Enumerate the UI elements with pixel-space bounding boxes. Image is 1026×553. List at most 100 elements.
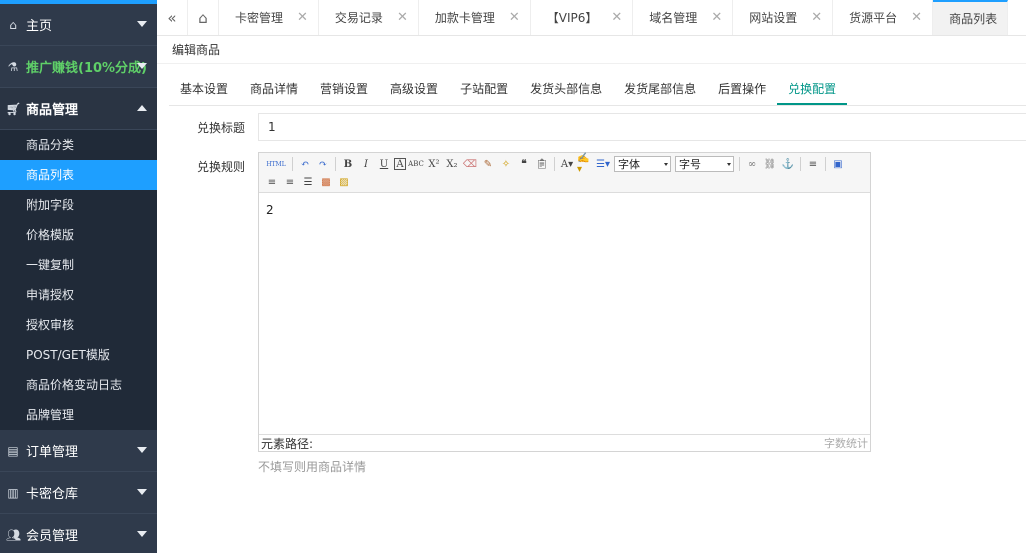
superscript-icon[interactable]: X² <box>426 156 442 172</box>
font-family-select[interactable]: 字体 <box>614 156 671 172</box>
close-icon[interactable]: ✕ <box>911 10 922 25</box>
tab-label: 网站设置 <box>749 11 798 25</box>
close-icon[interactable]: ✕ <box>297 10 308 25</box>
tab-card-manage[interactable]: 卡密管理 ✕ <box>219 0 319 35</box>
close-icon[interactable]: ✕ <box>811 10 822 25</box>
paste-plain-icon[interactable]: 📋︎ <box>534 156 550 172</box>
sidebar-item-goods-list[interactable]: 商品列表 <box>0 160 157 190</box>
insert-video-icon[interactable]: ▨ <box>336 174 352 190</box>
list-icon[interactable]: ☰▾ <box>595 156 611 172</box>
insert-image-icon[interactable]: ▩ <box>318 174 334 190</box>
chevron-down-icon <box>137 447 147 453</box>
sidebar-group-label: 主页 <box>26 19 53 34</box>
subtab-marketing[interactable]: 营销设置 <box>309 74 379 105</box>
undo-icon[interactable]: ↶ <box>297 156 313 172</box>
fullscreen-icon[interactable]: ▣ <box>830 156 846 172</box>
sidebar-item-extra-fields[interactable]: 附加字段 <box>0 190 157 220</box>
auto-format-icon[interactable]: ✧ <box>498 156 514 172</box>
sidebar-group-members[interactable]: 👥︎ 会员管理 <box>0 514 157 553</box>
rich-text-editor: HTML ↶ ↷ B I U A ABC X² X₂ ⌫ ✎ ✧ ❝ 📋︎ A▾… <box>258 152 871 452</box>
link-icon[interactable]: ∞ <box>744 156 760 172</box>
tab-bar: « ⌂ 卡密管理 ✕ 交易记录 ✕ 加款卡管理 ✕ 【VIP6】 ✕ 域名管理 ✕ 网站设… <box>157 0 1026 36</box>
subtab-advanced[interactable]: 高级设置 <box>379 74 449 105</box>
align-left-icon[interactable]: ≡ <box>805 156 821 172</box>
chevron-down-icon <box>727 163 731 166</box>
subtab-substation[interactable]: 子站配置 <box>449 74 519 105</box>
subtab-basic[interactable]: 基本设置 <box>169 74 239 105</box>
sidebar-item-auth-review[interactable]: 授权审核 <box>0 310 157 340</box>
tab-transactions[interactable]: 交易记录 ✕ <box>319 0 419 35</box>
sidebar-item-one-click-copy[interactable]: 一键复制 <box>0 250 157 280</box>
align-justify-icon[interactable]: ☰ <box>300 174 316 190</box>
subtab-delivery-footer[interactable]: 发货尾部信息 <box>613 74 707 105</box>
collapse-sidebar-button[interactable]: « <box>157 0 188 35</box>
tab-supply-platform[interactable]: 货源平台 ✕ <box>833 0 934 35</box>
tab-site-settings[interactable]: 网站设置 ✕ <box>733 0 834 35</box>
sidebar-item-brand[interactable]: 品牌管理 <box>0 400 157 430</box>
tab-label: 商品列表 <box>949 12 998 26</box>
font-size-value: 字号 <box>679 158 701 171</box>
redo-icon[interactable]: ↷ <box>315 156 331 172</box>
tab-vip6[interactable]: 【VIP6】 ✕ <box>531 0 634 35</box>
sidebar-group-goods[interactable]: 🛒︎ 商品管理 <box>0 88 157 130</box>
font-family-value: 字体 <box>618 158 640 171</box>
edit-subtabs: 基本设置 商品详情 营销设置 高级设置 子站配置 发货头部信息 发货尾部信息 后… <box>169 74 1026 106</box>
tab-topup-card[interactable]: 加款卡管理 ✕ <box>419 0 531 35</box>
toolbar-separator <box>800 157 801 171</box>
home-tab[interactable]: ⌂ <box>188 0 219 35</box>
toolbar-separator <box>335 157 336 171</box>
strikethrough-icon[interactable]: ABC <box>408 156 424 172</box>
close-icon[interactable]: ✕ <box>397 10 408 25</box>
close-icon[interactable]: ✕ <box>711 10 722 25</box>
font-border-icon[interactable]: A <box>394 158 406 170</box>
html-source-icon[interactable]: HTML <box>264 156 288 172</box>
editor-toolbar: HTML ↶ ↷ B I U A ABC X² X₂ ⌫ ✎ ✧ ❝ 📋︎ A▾… <box>259 153 870 193</box>
close-icon[interactable]: ✕ <box>509 10 520 25</box>
editor-content-area[interactable]: 2 <box>259 194 870 434</box>
underline-icon[interactable]: U <box>376 156 392 172</box>
blockquote-icon[interactable]: ❝ <box>516 156 532 172</box>
sidebar-item-category[interactable]: 商品分类 <box>0 130 157 160</box>
chevron-down-icon <box>137 531 147 537</box>
align-center-icon[interactable]: ≡ <box>264 174 280 190</box>
subtab-delivery-header[interactable]: 发货头部信息 <box>519 74 613 105</box>
align-right-icon[interactable]: ≡ <box>282 174 298 190</box>
eraser-icon[interactable]: ⌫ <box>462 156 478 172</box>
sidebar-group-home[interactable]: ⌂ 主页 <box>0 4 157 46</box>
close-icon[interactable]: ✕ <box>611 10 622 25</box>
chevron-down-icon <box>137 63 147 69</box>
share-icon: ⚗ <box>7 59 19 74</box>
font-color-icon[interactable]: A▾ <box>559 156 575 172</box>
background-color-icon[interactable]: ✍▾ <box>577 153 593 175</box>
subtab-details[interactable]: 商品详情 <box>239 74 309 105</box>
form-row-title: 兑换标题 <box>157 119 257 136</box>
tab-domain[interactable]: 域名管理 ✕ <box>633 0 734 35</box>
redeem-title-label: 兑换标题 <box>196 121 245 135</box>
sidebar-item-price-template[interactable]: 价格模版 <box>0 220 157 250</box>
sidebar-item-post-get-template[interactable]: POST/GET模版 <box>0 340 157 370</box>
format-brush-icon[interactable]: ✎ <box>480 156 496 172</box>
word-count-label: 字数统计 <box>824 437 868 450</box>
unlink-icon[interactable]: ⛓ <box>762 156 778 172</box>
editor-statusbar: 元素路径: 字数统计 <box>259 434 870 451</box>
home-icon: ⌂ <box>198 8 208 27</box>
anchor-icon[interactable]: ⚓ <box>780 156 796 172</box>
italic-icon[interactable]: I <box>358 156 374 172</box>
page-title: 编辑商品 <box>157 36 1026 64</box>
sidebar-group-orders[interactable]: ▤ 订单管理 <box>0 430 157 472</box>
font-size-select[interactable]: 字号 <box>675 156 734 172</box>
sidebar-group-promo[interactable]: ⚗ 推广赚钱(10%分成) <box>0 46 157 88</box>
sidebar-group-card-warehouse[interactable]: ▥ 卡密仓库 <box>0 472 157 514</box>
subtab-redeem-config[interactable]: 兑换配置 <box>777 74 848 105</box>
tab-label: 加款卡管理 <box>434 11 495 25</box>
chevron-down-icon <box>137 21 147 27</box>
subtab-post-action[interactable]: 后置操作 <box>707 74 777 105</box>
subscript-icon[interactable]: X₂ <box>444 156 460 172</box>
bold-icon[interactable]: B <box>340 156 356 172</box>
tab-goods-list[interactable]: 商品列表 <box>933 0 1009 35</box>
redeem-title-input[interactable]: 1 <box>258 113 1026 141</box>
sidebar-item-apply-auth[interactable]: 申请授权 <box>0 280 157 310</box>
warehouse-icon: ▥ <box>7 485 19 500</box>
sidebar-group-label: 推广赚钱(10%分成) <box>26 61 147 76</box>
sidebar-item-price-log[interactable]: 商品价格变动日志 <box>0 370 157 400</box>
